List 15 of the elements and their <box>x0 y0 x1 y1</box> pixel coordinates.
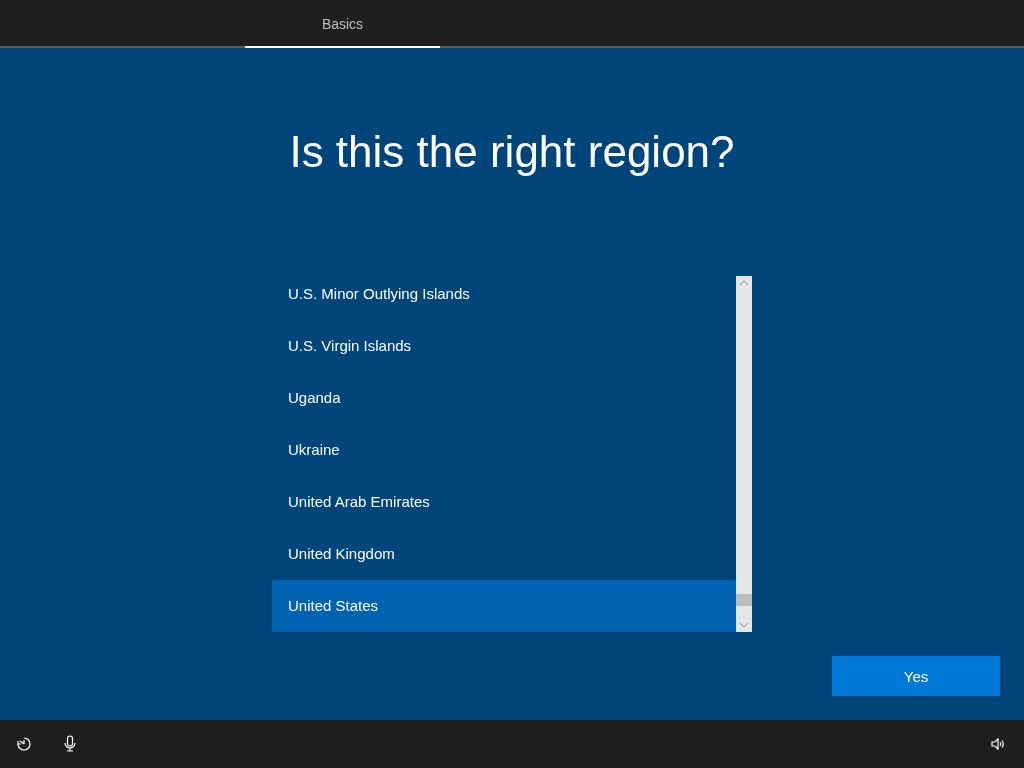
region-item[interactable]: Ukraine <box>272 424 736 476</box>
region-item[interactable]: U.S. Virgin Islands <box>272 320 736 372</box>
tab[interactable]: Basics <box>245 0 440 48</box>
speaker-icon[interactable] <box>990 736 1006 752</box>
yes-button[interactable]: Yes <box>832 656 1000 696</box>
region-item[interactable]: United States <box>272 580 736 632</box>
region-item[interactable]: Uganda <box>272 372 736 424</box>
accessibility-icon[interactable] <box>15 735 33 753</box>
region-item[interactable]: United Kingdom <box>272 528 736 580</box>
region-item[interactable]: United Arab Emirates <box>272 476 736 528</box>
scrollbar[interactable] <box>736 276 752 632</box>
region-item[interactable]: U.S. Minor Outlying Islands <box>272 276 736 320</box>
page-title: Is this the right region? <box>289 126 735 178</box>
scroll-thumb[interactable] <box>736 594 752 606</box>
microphone-icon[interactable] <box>63 735 77 753</box>
